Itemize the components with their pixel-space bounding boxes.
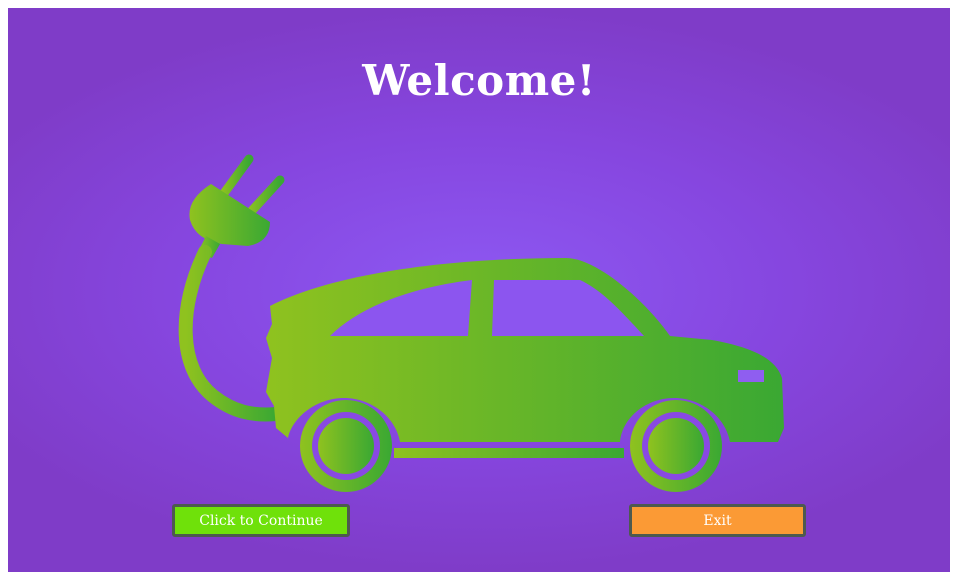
electric-car-icon: [178, 154, 784, 492]
car-headlight: [738, 370, 764, 382]
continue-button[interactable]: Click to Continue: [172, 504, 350, 537]
exit-button[interactable]: Exit: [629, 504, 806, 537]
charging-cable: [178, 245, 283, 422]
welcome-screen: Welcome! Click to Continue Exit: [8, 8, 950, 572]
charging-plug-icon: [189, 154, 285, 258]
